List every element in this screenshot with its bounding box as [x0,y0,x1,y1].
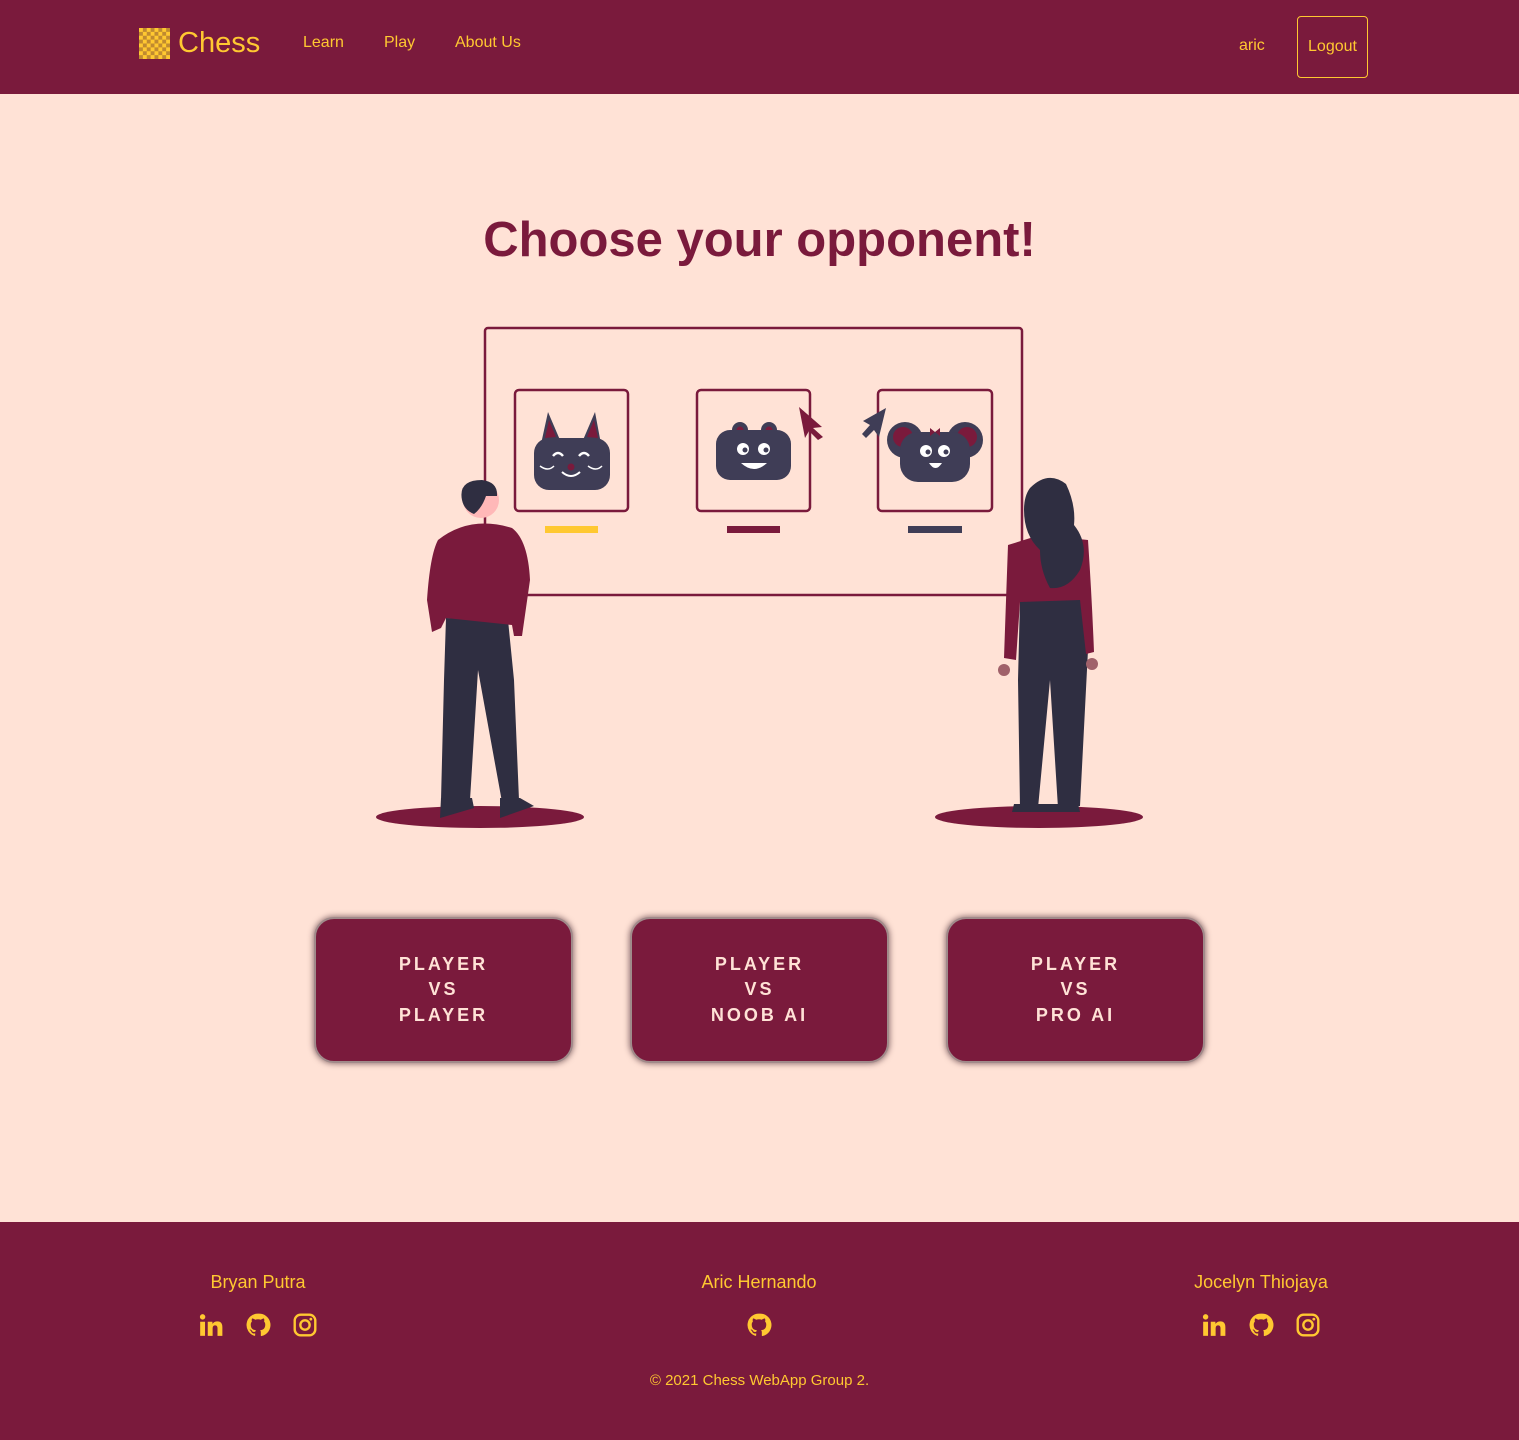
member-name: Jocelyn Thiojaya [1194,1272,1328,1292]
nav-play-link[interactable]: Play [384,33,415,53]
choose-opponent-illustration [376,326,1143,828]
member-social-links [108,1312,408,1338]
top-navbar: Chess Learn Play About Us aric Logout [0,0,1519,94]
github-icon[interactable] [746,1312,772,1338]
brand-name: Chess [178,27,261,59]
mode-line-1: PLAYER [398,953,489,974]
mouse-avatar-icon [887,422,983,482]
nav-learn-link[interactable]: Learn [303,33,344,53]
github-icon[interactable] [1248,1312,1274,1338]
github-icon[interactable] [245,1312,271,1338]
cursor-arrow-2-icon [862,408,886,438]
card-2-indicator [727,526,780,533]
member-social-links [609,1312,909,1338]
player-vs-noob-ai-button[interactable]: PLAYER VS NOOB AI [630,917,889,1063]
mode-line-3: PRO AI [1035,1004,1116,1025]
mode-line-2: VS [744,979,775,1000]
linkedin-icon[interactable] [198,1312,224,1338]
nav-about-link[interactable]: About Us [455,33,521,53]
linkedin-icon[interactable] [1201,1312,1227,1338]
copyright-text: © 2021 Chess WebApp Group 2. [649,1372,870,1389]
member-social-links [1111,1312,1411,1338]
member-name: Aric Hernando [701,1272,817,1292]
player-vs-player-button[interactable]: PLAYER VS PLAYER [314,917,573,1063]
instagram-icon[interactable] [1295,1312,1321,1338]
cat-avatar-icon [534,412,610,490]
mode-line-1: PLAYER [1030,953,1121,974]
chessboard-logo-icon [139,27,170,59]
team-member-bryan: Bryan Putra [108,1272,408,1338]
card-3-indicator [908,526,962,533]
team-member-jocelyn: Jocelyn Thiojaya [1111,1272,1411,1338]
site-footer: Bryan Putra Aric Hernando Jocelyn Thioja… [0,1222,1519,1440]
woman-figure [935,477,1143,828]
card-1-indicator [545,526,598,533]
member-name: Bryan Putra [210,1272,306,1292]
mode-line-2: VS [1060,979,1091,1000]
mode-line-3: PLAYER [398,1004,489,1025]
instagram-icon[interactable] [292,1312,318,1338]
mode-line-2: VS [428,979,459,1000]
team-member-aric: Aric Hernando [609,1272,909,1338]
bear-avatar-icon [716,422,791,480]
mode-line-1: PLAYER [714,953,805,974]
brand-link[interactable]: Chess [139,26,260,60]
page-title: Choose your opponent! [483,213,1036,267]
player-vs-pro-ai-button[interactable]: PLAYER VS PRO AI [946,917,1205,1063]
logout-button[interactable]: Logout [1297,16,1368,78]
current-username: aric [1239,37,1265,54]
mode-line-3: NOOB AI [710,1004,809,1025]
